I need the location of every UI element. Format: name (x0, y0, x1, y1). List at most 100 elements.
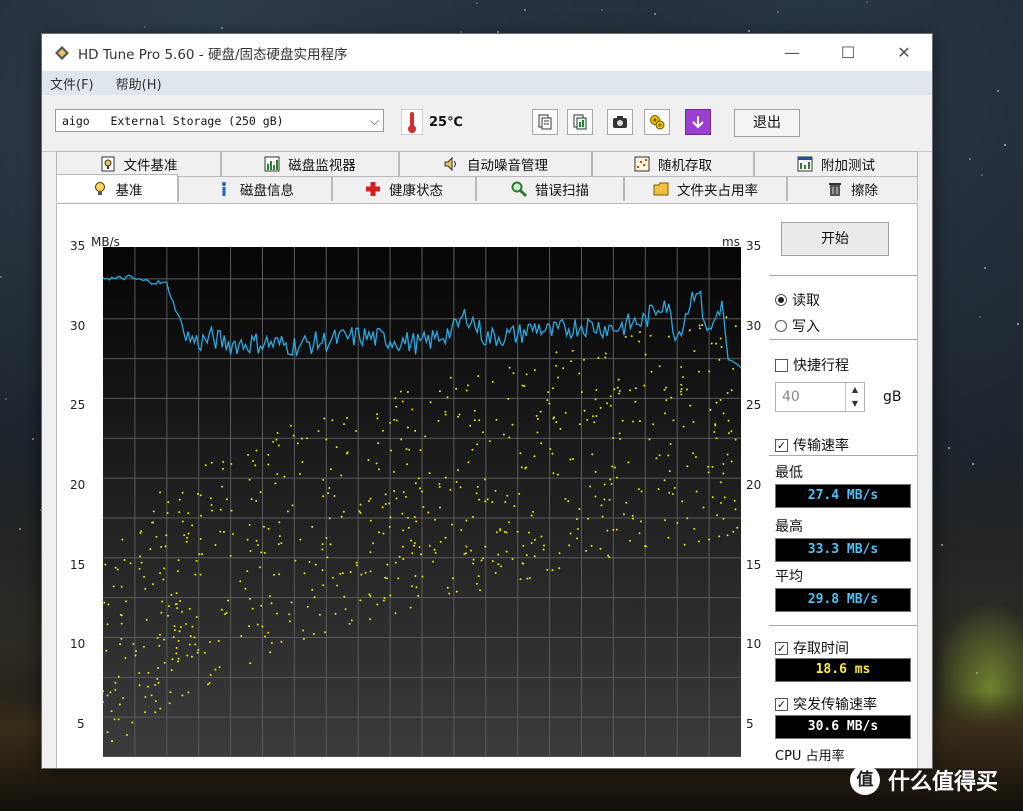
star (600, 9, 603, 12)
access-time-point (294, 559, 297, 562)
access-time-point (533, 455, 536, 458)
menu-help[interactable]: 帮助(H) (116, 74, 162, 93)
tab-erase[interactable]: 擦除 (787, 176, 918, 201)
access-time-point (167, 605, 170, 608)
access-time-point (176, 570, 179, 573)
write-radio[interactable]: 写入 (775, 316, 820, 336)
access-time-checkbox[interactable]: ✓ 存取时间 (775, 638, 849, 658)
options-button[interactable] (644, 109, 670, 135)
read-radio[interactable]: 读取 (775, 290, 820, 310)
close-button[interactable]: ✕ (876, 34, 932, 71)
access-time-point (384, 493, 387, 496)
screenshot-button[interactable] (607, 109, 633, 135)
tab-file-benchmark[interactable]: 文件基准 (56, 151, 221, 176)
access-time-point (198, 553, 201, 556)
minimize-icon: — (784, 43, 800, 62)
access-time-point (119, 643, 122, 646)
star (476, 2, 479, 5)
access-time-point (628, 539, 631, 542)
access-time-point (195, 616, 198, 619)
access-time-point (532, 510, 535, 513)
access-time-point (377, 531, 380, 534)
access-time-point (680, 390, 683, 393)
access-time-point (289, 424, 292, 427)
access-time-point (640, 490, 643, 493)
access-time-point (455, 387, 458, 390)
access-time-point (648, 438, 651, 441)
tab-disk-monitor[interactable]: 磁盘监视器 (221, 151, 399, 176)
tab-random-access[interactable]: 随机存取 (592, 151, 754, 176)
access-time-point (110, 740, 113, 743)
access-time-point (247, 453, 250, 456)
access-time-point (321, 543, 324, 546)
access-time-point (331, 419, 334, 422)
access-time-point (672, 419, 675, 422)
access-time-point (406, 516, 409, 519)
access-time-point (276, 432, 279, 435)
access-time-point (195, 559, 198, 562)
access-time-point (239, 580, 242, 583)
transfer-rate-checkbox[interactable]: ✓ 传输速率 (775, 435, 849, 455)
title-bar[interactable]: HD Tune Pro 5.60 - 硬盘/固态硬盘实用程序 — ☐ ✕ (42, 34, 932, 71)
access-time-point (359, 503, 362, 506)
benchmark-panel: MB/s ms 35 30 25 20 15 10 5 35 30 25 20 15 10 5 开始 读… (56, 203, 918, 768)
access-time-point (673, 486, 676, 489)
access-time-point (663, 479, 666, 482)
access-time-point (244, 587, 247, 590)
watermark: 值 什么值得买 (850, 764, 998, 796)
access-time-point (616, 386, 619, 389)
access-time-point (326, 556, 329, 559)
access-time-point (505, 550, 508, 553)
left-axis-tick: 35 (70, 239, 86, 253)
access-time-point (170, 669, 173, 672)
access-time-point (475, 582, 478, 585)
minimize-button[interactable]: — (764, 34, 820, 71)
tab-row-1: 文件基准 磁盘监视器 自动噪音管理 随机存取 附加测试 (56, 151, 918, 176)
copy-text-button[interactable] (532, 109, 558, 135)
tab-health[interactable]: 健康状态 (332, 176, 476, 201)
left-axis-tick: 15 (70, 557, 86, 572)
tab-noise-management[interactable]: 自动噪音管理 (399, 151, 592, 176)
access-time-point (209, 497, 212, 500)
tab-error-scan[interactable]: 错误扫描 (476, 176, 624, 201)
exit-button[interactable]: 退出 (734, 109, 800, 137)
access-time-point (438, 390, 441, 393)
copy-info-button[interactable] (567, 109, 593, 135)
watermark-text: 什么值得买 (888, 770, 999, 795)
drive-select[interactable]: aigo External Storage (250 gB) ⌵ (55, 109, 384, 132)
access-time-point (603, 498, 606, 501)
access-time-point (249, 549, 252, 552)
access-time-point (686, 465, 689, 468)
access-time-point (177, 660, 180, 663)
short-stroke-stepper[interactable]: 40 ▲ ▼ (775, 382, 865, 412)
short-stroke-checkbox[interactable]: 快捷行程 (775, 355, 849, 375)
divider (769, 455, 917, 456)
access-time-point (154, 700, 157, 703)
access-time-point (465, 545, 468, 548)
access-time-point (368, 593, 371, 596)
tab-folder-usage[interactable]: 文件夹占用率 (624, 176, 787, 201)
start-button[interactable]: 开始 (781, 222, 889, 256)
tab-benchmark[interactable]: 基准 (56, 174, 178, 202)
access-time-point (428, 472, 431, 475)
access-time-point (484, 500, 487, 503)
access-time-point (256, 623, 259, 626)
burst-rate-check: ✓ (775, 697, 788, 711)
tab-disk-info[interactable]: 磁盘信息 (178, 176, 332, 201)
access-time-point (583, 409, 586, 412)
burst-rate-checkbox[interactable]: ✓ 突发传输速率 (775, 694, 877, 714)
right-axis-tick: 30 (746, 318, 762, 333)
access-time-point (345, 452, 348, 455)
save-button[interactable] (685, 109, 711, 135)
access-time-point (411, 552, 414, 555)
access-time-point (473, 419, 476, 422)
access-time-point (726, 391, 729, 394)
access-time-point (486, 498, 489, 501)
access-time-point (144, 711, 147, 714)
tab-extra-tests[interactable]: 附加测试 (754, 151, 918, 176)
stepper-arrows[interactable]: ▲ ▼ (845, 383, 864, 411)
maximize-button[interactable]: ☐ (820, 34, 876, 71)
access-time-point (551, 569, 554, 572)
menu-file[interactable]: 文件(F) (50, 74, 94, 93)
control-panel: 开始 读取 写入 快捷行程 40 ▲ ▼ gB ✓ 传输速率 最低 27.4 M… (763, 204, 917, 768)
